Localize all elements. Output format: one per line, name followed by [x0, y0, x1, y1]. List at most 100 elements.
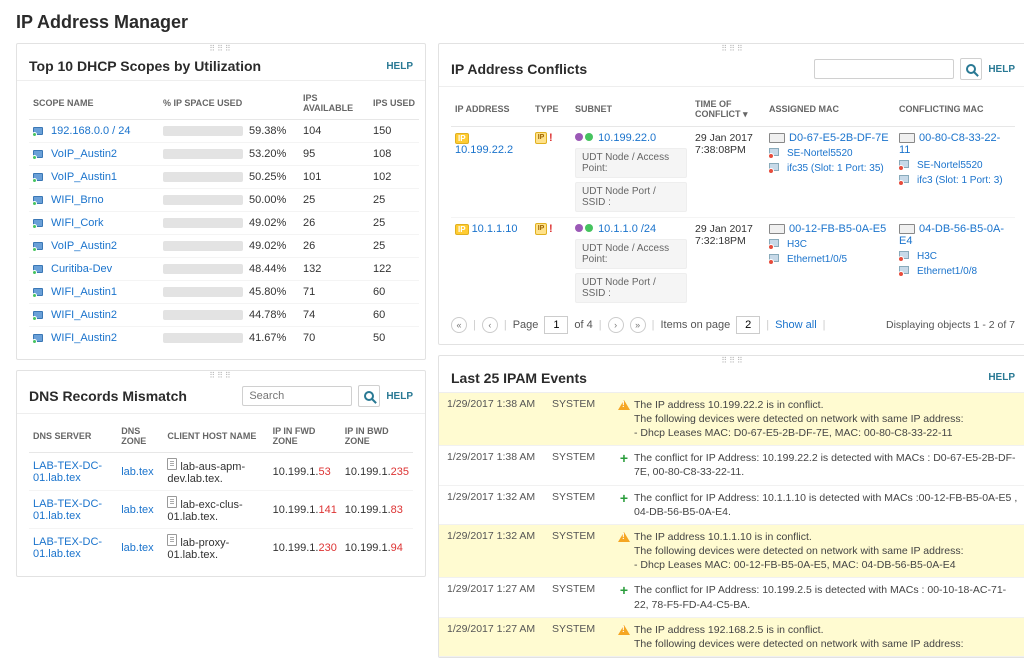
assigned-mac-port[interactable]: Ethernet1/0/5 — [787, 254, 847, 265]
ips-available: 95 — [299, 143, 369, 166]
drag-handle-icon[interactable]: ⠿⠿⠿ — [17, 371, 425, 381]
pager-show-all[interactable]: Show all — [775, 319, 817, 331]
conflicting-mac-node[interactable]: H3C — [917, 251, 937, 262]
subnet-link[interactable]: 10.199.22.0 — [598, 132, 656, 144]
subnet-link[interactable]: 10.1.1.0 /24 — [598, 223, 656, 235]
status-dot-icon — [575, 133, 583, 141]
pager: « | ‹ | Page of 4 | › » | Items on page … — [451, 316, 1015, 334]
assigned-mac-node[interactable]: SE-Nortel5520 — [787, 148, 853, 159]
help-link[interactable]: HELP — [386, 391, 413, 402]
conflicts-search-input[interactable] — [814, 59, 954, 79]
conflicts-title: IP Address Conflicts — [451, 61, 814, 77]
drag-handle-icon[interactable]: ⠿⠿⠿ — [439, 356, 1024, 366]
help-link[interactable]: HELP — [988, 372, 1015, 383]
col-scope[interactable]: SCOPE NAME — [29, 87, 159, 120]
ip-bwd: 10.199.1.83 — [341, 491, 413, 529]
search-input[interactable] — [242, 386, 352, 406]
pager-first-button[interactable]: « — [451, 317, 467, 333]
assigned-mac-port[interactable]: ifc35 (Slot: 1 Port: 35) — [787, 163, 884, 174]
assigned-mac-link[interactable]: 00-12-FB-B5-0A-E5 — [789, 223, 886, 235]
ips-available: 71 — [299, 281, 369, 304]
conflicting-mac-node[interactable]: SE-Nortel5520 — [917, 160, 983, 171]
scope-icon — [33, 218, 47, 228]
assigned-mac-link[interactable]: D0-67-E5-2B-DF-7E — [789, 132, 889, 144]
col-avail[interactable]: IPS AVAILABLE — [299, 87, 369, 120]
pager-page-input[interactable] — [544, 316, 568, 334]
event-message: The conflict for IP Address: 10.199.22.2… — [634, 451, 1019, 479]
dhcp-panel: ⠿⠿⠿ Top 10 DHCP Scopes by Utilization HE… — [16, 43, 426, 360]
col-used[interactable]: IPS USED — [369, 87, 419, 120]
dns-server-link[interactable]: LAB-TEX-DC-01.lab.tex — [33, 536, 102, 560]
pager-summary: Displaying objects 1 - 2 of 7 — [886, 319, 1015, 331]
scope-link[interactable]: WIFI_Austin2 — [51, 309, 117, 321]
conflicting-mac-port[interactable]: Ethernet1/0/8 — [917, 266, 977, 277]
udt-node-label: UDT Node / Access Point: — [575, 239, 687, 269]
col-bwd[interactable]: IP IN BWD ZONE — [341, 420, 413, 453]
col-time[interactable]: TIME OF CONFLICT ▾ — [691, 93, 765, 126]
event-time: 1/29/2017 1:38 AM — [447, 398, 552, 441]
scope-link[interactable]: 192.168.0.0 / 24 — [51, 125, 131, 137]
col-cmac[interactable]: CONFLICTING MAC — [895, 93, 1015, 126]
help-link[interactable]: HELP — [386, 61, 413, 72]
dns-server-link[interactable]: LAB-TEX-DC-01.lab.tex — [33, 460, 102, 484]
col-dns-server[interactable]: DNS SERVER — [29, 420, 117, 453]
search-button[interactable] — [358, 385, 380, 407]
conflicts-search-button[interactable] — [960, 58, 982, 80]
table-row: LAB-TEX-DC-01.lab.tex lab.tex lab-aus-apm-… — [29, 453, 413, 491]
scope-link[interactable]: Curitiba-Dev — [51, 263, 112, 275]
usage-bar — [163, 264, 243, 274]
table-row: VoIP_Austin253.20%95108 — [29, 143, 419, 166]
host-name: lab-aus-apm-dev.lab.tex. — [167, 461, 245, 485]
scope-link[interactable]: WIFI_Cork — [51, 217, 104, 229]
ips-available: 25 — [299, 189, 369, 212]
scope-link[interactable]: VoIP_Austin1 — [51, 171, 117, 183]
pager-ipp-input[interactable] — [736, 316, 760, 334]
usage-pct: 50.00% — [249, 194, 286, 206]
ips-available: 70 — [299, 327, 369, 350]
udt-node-label: UDT Node / Access Point: — [575, 148, 687, 178]
col-dns-zone[interactable]: DNS ZONE — [117, 420, 163, 453]
pager-last-button[interactable]: » — [630, 317, 646, 333]
assigned-mac-node[interactable]: H3C — [787, 239, 807, 250]
drag-handle-icon[interactable]: ⠿⠿⠿ — [439, 44, 1024, 54]
col-amac[interactable]: ASSIGNED MAC — [765, 93, 895, 126]
col-host[interactable]: CLIENT HOST NAME — [163, 420, 268, 453]
conflict-ip-link[interactable]: 10.199.22.2 — [455, 144, 513, 156]
ips-used: 60 — [369, 304, 419, 327]
event-message: The conflict for IP Address: 10.199.2.5 … — [634, 583, 1019, 611]
table-row: Curitiba-Dev48.44%132122 — [29, 258, 419, 281]
usage-pct: 48.44% — [249, 263, 286, 275]
document-icon — [167, 534, 177, 546]
col-ip[interactable]: IP ADDRESS — [451, 93, 531, 126]
scope-link[interactable]: WIFI_Austin2 — [51, 332, 117, 344]
drag-handle-icon[interactable]: ⠿⠿⠿ — [17, 44, 425, 54]
ips-available: 74 — [299, 304, 369, 327]
col-subnet[interactable]: SUBNET — [571, 93, 691, 126]
conflict-ip-link[interactable]: 10.1.1.10 — [472, 223, 518, 235]
dns-server-link[interactable]: LAB-TEX-DC-01.lab.tex — [33, 498, 102, 522]
status-dot-icon — [585, 133, 593, 141]
pager-next-button[interactable]: › — [608, 317, 624, 333]
scope-link[interactable]: WIFI_Austin1 — [51, 286, 117, 298]
event-source: SYSTEM — [552, 451, 614, 479]
ip-bwd: 10.199.1.94 — [341, 529, 413, 567]
scope-link[interactable]: VoIP_Austin2 — [51, 240, 117, 252]
scope-link[interactable]: VoIP_Austin2 — [51, 148, 117, 160]
dns-zone-link[interactable]: lab.tex — [121, 504, 153, 516]
col-fwd[interactable]: IP IN FWD ZONE — [269, 420, 341, 453]
dns-zone-link[interactable]: lab.tex — [121, 466, 153, 478]
conflicting-mac-port[interactable]: ifc3 (Slot: 1 Port: 3) — [917, 175, 1003, 186]
col-pct[interactable]: % IP SPACE USED — [159, 87, 299, 120]
col-type[interactable]: TYPE — [531, 93, 571, 126]
node-icon — [899, 175, 913, 185]
dns-zone-link[interactable]: lab.tex — [121, 542, 153, 554]
ips-used: 122 — [369, 258, 419, 281]
scope-icon — [33, 264, 47, 274]
add-icon: + — [620, 491, 628, 505]
scope-link[interactable]: WIFI_Brno — [51, 194, 104, 206]
usage-bar — [163, 149, 243, 159]
add-icon: + — [620, 451, 628, 465]
help-link[interactable]: HELP — [988, 64, 1015, 75]
conflicts-panel: ⠿⠿⠿ IP Address Conflicts HELP — [438, 43, 1024, 345]
pager-prev-button[interactable]: ‹ — [482, 317, 498, 333]
